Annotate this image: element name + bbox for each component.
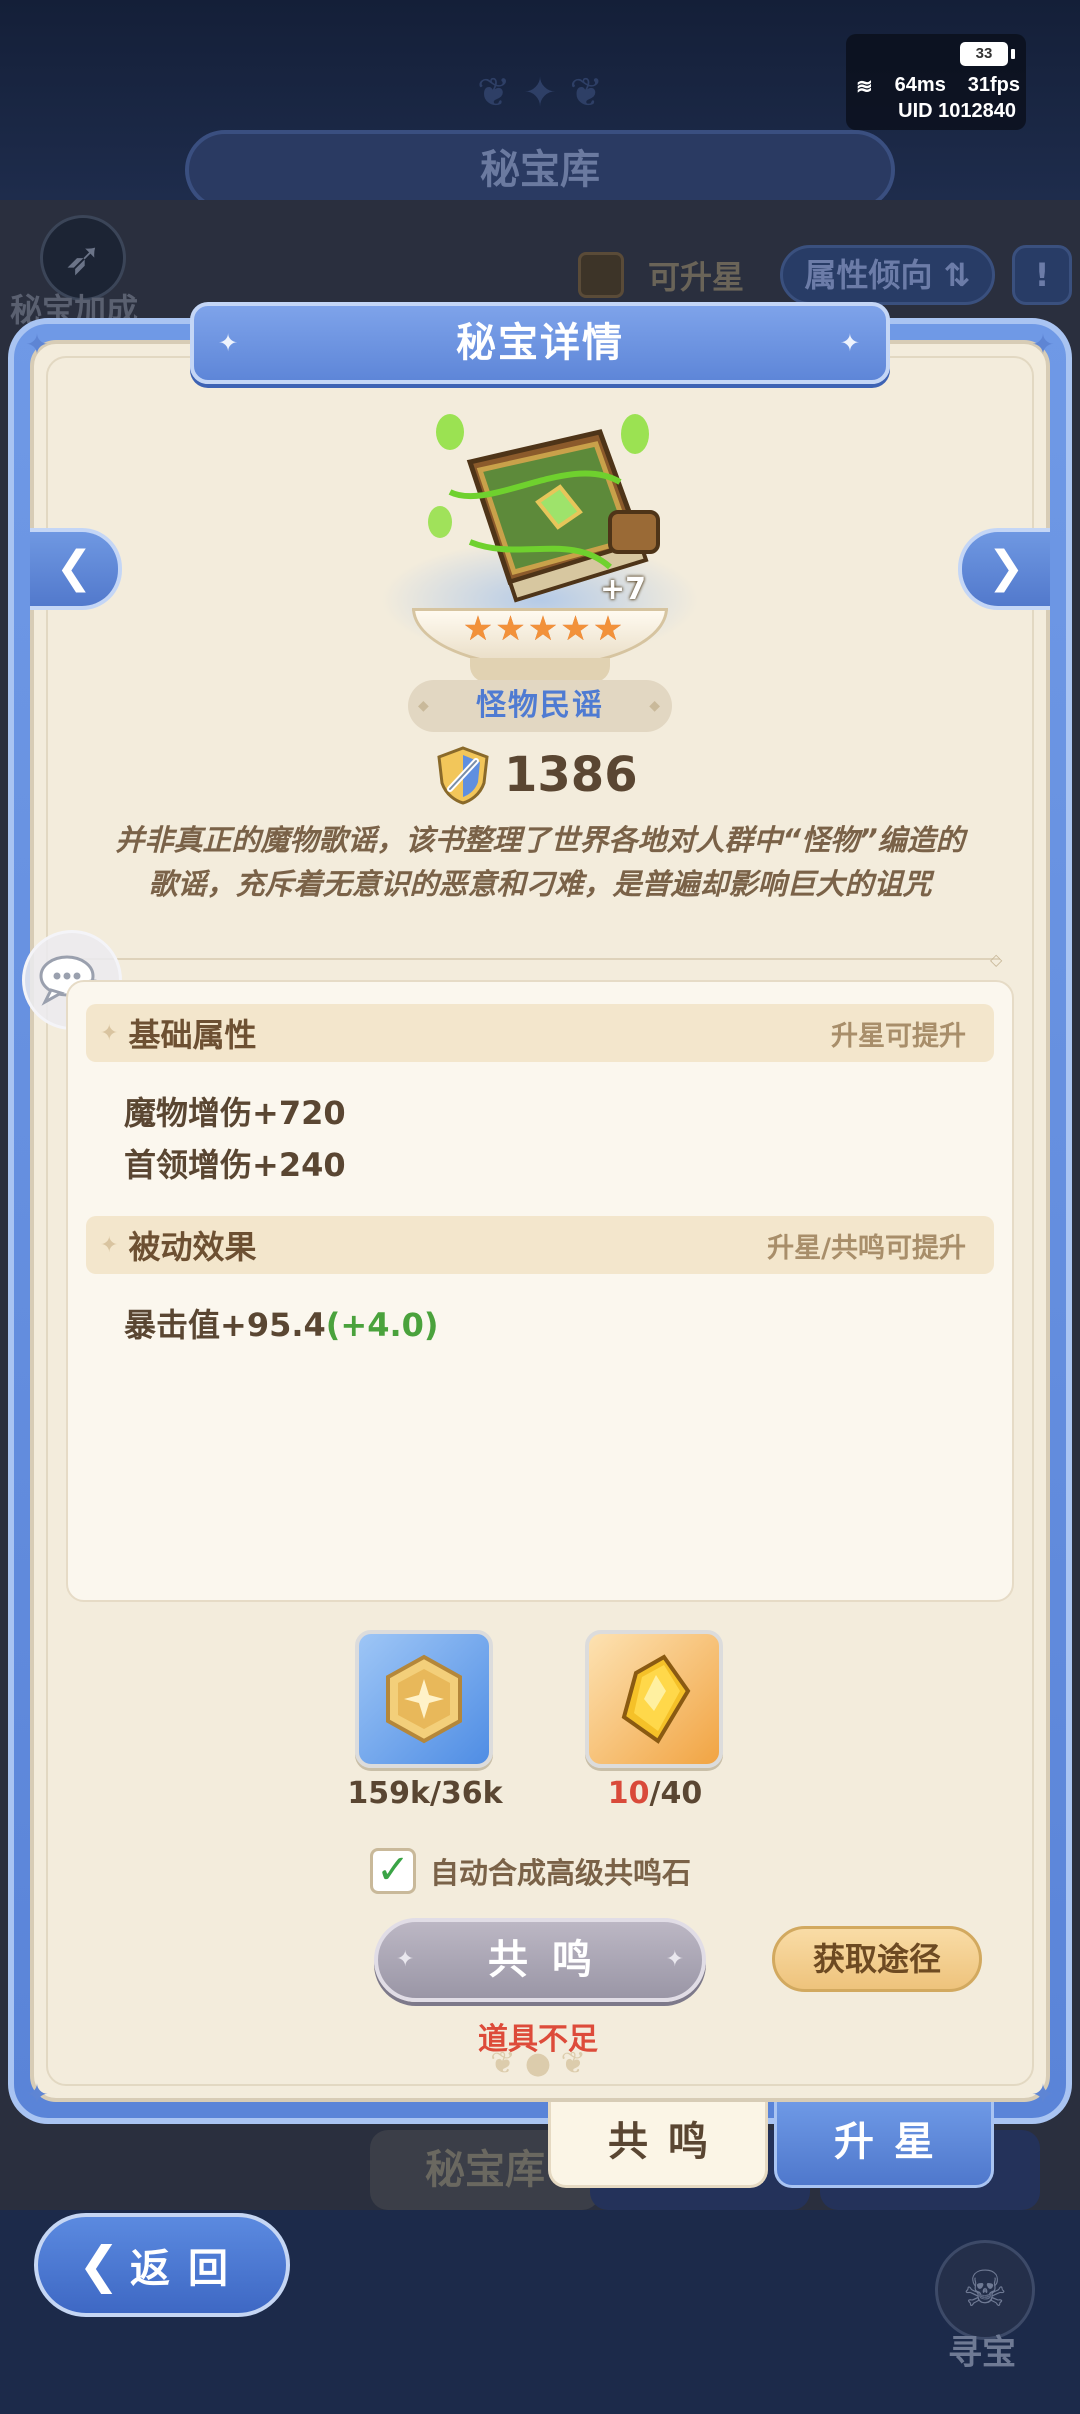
- tab-resonate[interactable]: 共鸣: [548, 2102, 768, 2188]
- star-rating: ★ ★ ★ ★ ★: [458, 612, 628, 646]
- sparkle-icon: ✦: [100, 1020, 119, 1046]
- passive-effect-header: ✦ 被动效果 升星/共鸣可提升: [86, 1216, 994, 1274]
- sort-icon: ⇅: [943, 256, 971, 294]
- material-coin-separator: /: [429, 1776, 441, 1811]
- get-source-button[interactable]: 获取途径: [772, 1926, 982, 1992]
- chevron-left-icon: ❮: [55, 542, 93, 593]
- screen-title: 秘宝库: [185, 130, 895, 210]
- resonate-button-label: 共鸣: [488, 1937, 616, 1983]
- item-description: 并非真正的魔物歌谣，该书整理了世界各地对人群中“怪物”编造的歌谣，充斥着无意识的…: [115, 823, 965, 901]
- star-icon: ★: [462, 609, 494, 649]
- back-label: 返回: [129, 2246, 246, 2292]
- auto-merge-label: 自动合成高级共鸣石: [430, 1856, 692, 1890]
- corner-ornament-icon: ✦: [25, 328, 49, 361]
- passive-effect-hint: 升星/共鸣可提升: [767, 1232, 966, 1264]
- basic-stat-1: 魔物增伤+720: [124, 1094, 346, 1132]
- info-button[interactable]: !: [1012, 245, 1072, 305]
- star-icon: ★: [560, 609, 591, 649]
- prev-item-button[interactable]: ❮: [30, 528, 122, 610]
- ping-value: 64ms: [894, 74, 946, 96]
- material-crystal-need: 40: [660, 1776, 703, 1811]
- enhance-level: +7: [600, 572, 647, 607]
- shield-sword-icon: [437, 746, 489, 805]
- auto-merge-checkbox[interactable]: ✓: [370, 1848, 416, 1894]
- material-slot-coin[interactable]: [355, 1630, 493, 1768]
- sparkle-icon: ✦: [396, 1947, 415, 1972]
- material-crystal-count: 10/40: [555, 1776, 755, 1811]
- gold-coin-icon: [386, 1654, 462, 1744]
- attr-tendency-label: 属性倾向: [804, 256, 933, 294]
- upstar-filter-checkbox[interactable]: [578, 252, 624, 298]
- bottom-ornament-icon: ❦ ● ❦: [490, 2046, 586, 2081]
- upstar-filter-label: 可升星: [648, 258, 745, 296]
- auto-merge-row[interactable]: ✓ 自动合成高级共鸣石: [370, 1848, 691, 1894]
- material-coin-need: 36k: [440, 1776, 503, 1811]
- passive-stat: 暴击值+95.4(+4.0): [124, 1300, 439, 1346]
- sparkle-icon: ✦: [218, 329, 241, 357]
- attribute-panel: [66, 980, 1014, 1602]
- star-icon: ★: [592, 609, 624, 649]
- divider: [60, 958, 1000, 960]
- material-crystal-have: 10: [607, 1776, 650, 1811]
- material-coin-count: 159k/36k: [325, 1776, 525, 1811]
- passive-effect-title: 被动效果: [128, 1228, 257, 1266]
- basic-attr-header: ✦ 基础属性 升星可提升: [86, 1004, 994, 1062]
- basic-stat-2: 首领增伤+240: [124, 1146, 346, 1184]
- back-button[interactable]: ❮ 返回: [34, 2213, 290, 2317]
- material-crystal-separator: /: [649, 1776, 661, 1811]
- corner-ornament-icon: ✦: [25, 2078, 49, 2111]
- material-coin-have: 159k: [347, 1776, 430, 1811]
- corner-ornament-icon: ✦: [1031, 2078, 1055, 2111]
- tab-treasury-label: 秘宝库: [425, 2147, 545, 2193]
- dialog-title: ✦ 秘宝详情 ✦: [190, 302, 890, 384]
- star-icon: ★: [527, 609, 559, 649]
- divider-ornament-icon: ◇: [990, 950, 1003, 969]
- treasure-hunt-label: 寻宝: [948, 2333, 1016, 2373]
- corner-ornament-icon: ✦: [1031, 328, 1055, 361]
- next-item-button[interactable]: ❯: [958, 528, 1050, 610]
- dialog-title-text: 秘宝详情: [456, 320, 624, 366]
- star-icon: ★: [495, 609, 526, 649]
- attr-tendency-button[interactable]: 属性倾向 ⇅: [780, 245, 995, 305]
- battery-icon: 33: [960, 42, 1015, 66]
- basic-attr-hint: 升星可提升: [831, 1020, 966, 1052]
- chevron-left-icon: ❮: [78, 2236, 120, 2294]
- sparkle-icon: ✦: [665, 1947, 684, 1972]
- item-name: 怪物民谣: [408, 680, 672, 732]
- wifi-icon: ≋: [856, 76, 873, 98]
- basic-attr-title: 基础属性: [128, 1016, 257, 1054]
- status-overlay: 33 ≋ 64ms 31fps UID 1012840: [846, 34, 1026, 130]
- uid-value: UID 1012840: [898, 100, 1016, 122]
- material-slot-crystal[interactable]: [585, 1630, 723, 1768]
- sparkle-icon: ✦: [100, 1232, 119, 1258]
- amber-crystal-icon: [621, 1654, 691, 1744]
- fps-value: 31fps: [967, 74, 1020, 96]
- item-pedestal-base: [470, 658, 610, 682]
- passive-stat-bonus: (+4.0): [325, 1306, 439, 1344]
- power-row: 1386: [434, 742, 638, 808]
- tab-upstar[interactable]: 升星: [774, 2102, 994, 2188]
- passive-stat-base: 暴击值+95.4: [124, 1306, 326, 1344]
- chevron-right-icon: ❯: [987, 542, 1025, 593]
- sparkle-icon: ✦: [839, 329, 862, 357]
- power-value: 1386: [504, 747, 638, 803]
- resonate-button[interactable]: ✦ 共鸣 ✦: [374, 1918, 706, 2002]
- checkmark-icon: ✓: [376, 1847, 410, 1893]
